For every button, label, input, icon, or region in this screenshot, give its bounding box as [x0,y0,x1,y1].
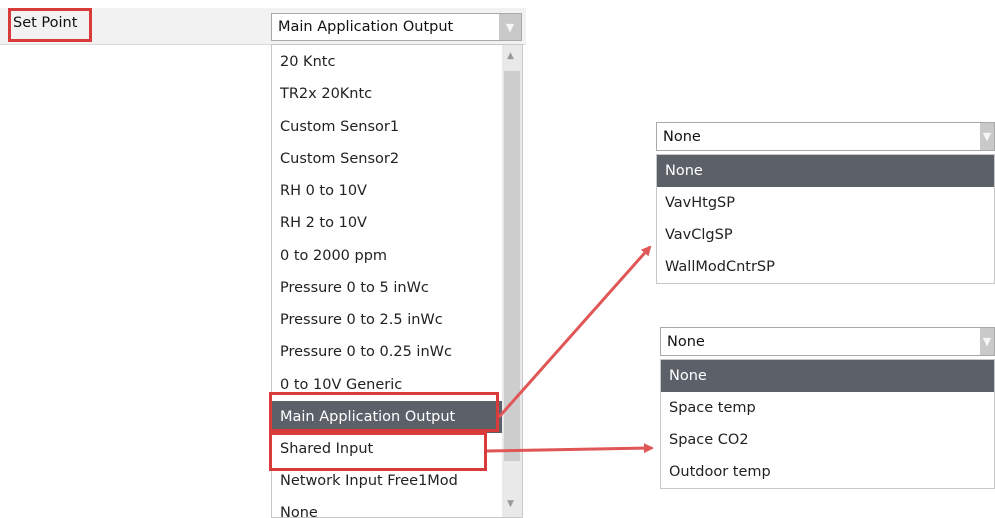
arrow-to-shared-input [486,443,654,454]
connector-arrows [486,245,654,454]
arrow-to-app-output [497,245,652,418]
